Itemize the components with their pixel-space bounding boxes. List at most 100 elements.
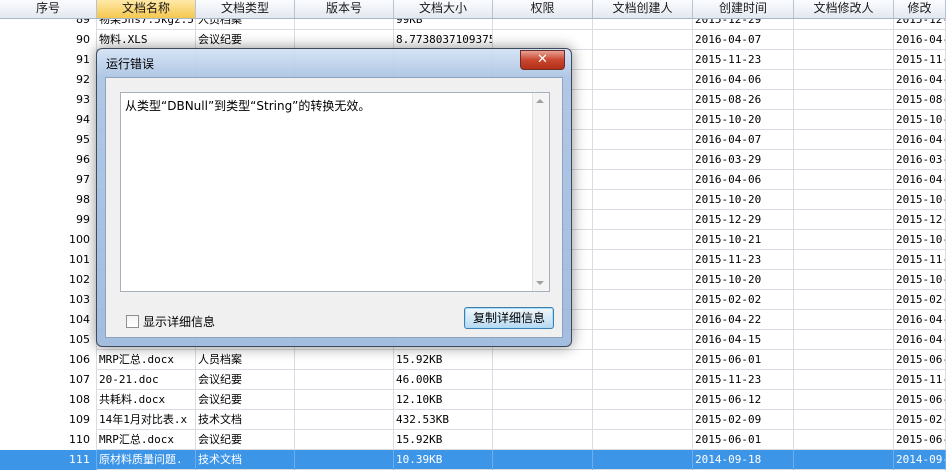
cell-created[interactable]: 2014-09-18 — [693, 450, 794, 470]
table-row[interactable]: 109 14年1月对比表.x 技术文档 432.53KB 2015-02-09 2015-… — [0, 410, 946, 430]
cell-number[interactable]: 101 — [0, 250, 97, 270]
cell-version[interactable] — [295, 430, 394, 450]
cell-version[interactable] — [295, 350, 394, 370]
cell-created[interactable]: 2015-06-01 — [693, 350, 794, 370]
cell-modifier[interactable] — [794, 350, 894, 370]
cell-number[interactable]: 110 — [0, 430, 97, 450]
cell-creator[interactable] — [593, 150, 693, 170]
cell-number[interactable]: 93 — [0, 90, 97, 110]
cell-creator[interactable] — [593, 170, 693, 190]
cell-creator[interactable] — [593, 330, 693, 350]
header-col-creator[interactable]: 文档创建人 — [593, 0, 693, 18]
cell-creator[interactable] — [593, 310, 693, 330]
copy-details-button[interactable]: 复制详细信息 — [464, 307, 554, 329]
header-col-number[interactable]: 序号 — [0, 0, 97, 18]
cell-modifier[interactable] — [794, 390, 894, 410]
cell-type[interactable]: 人员档案 — [196, 350, 295, 370]
cell-creator[interactable] — [593, 70, 693, 90]
cell-creator[interactable] — [593, 110, 693, 130]
cell-modifier[interactable] — [794, 130, 894, 150]
cell-type[interactable]: 会议纪要 — [196, 30, 295, 50]
cell-name[interactable]: MRP汇总.docx — [97, 430, 196, 450]
cell-created[interactable]: 2015-08-26 — [693, 90, 794, 110]
cell-creator[interactable] — [593, 90, 693, 110]
cell-modifier[interactable] — [794, 310, 894, 330]
cell-created[interactable]: 2015-10-21 — [693, 230, 794, 250]
cell-created[interactable]: 2016-04-06 — [693, 170, 794, 190]
cell-modified[interactable]: 2015-11- — [894, 370, 946, 390]
cell-size[interactable]: 8.7738037109375 — [394, 30, 493, 50]
cell-size[interactable]: 432.53KB — [394, 410, 493, 430]
header-col-version[interactable]: 版本号 — [295, 0, 394, 18]
cell-number[interactable]: 92 — [0, 70, 97, 90]
cell-modified[interactable]: 2015-06- — [894, 390, 946, 410]
table-row[interactable]: 106 MRP汇总.docx 人员档案 15.92KB 2015-06-01 2015-0… — [0, 350, 946, 370]
cell-type[interactable]: 会议纪要 — [196, 370, 295, 390]
cell-modified[interactable]: 2015-11- — [894, 50, 946, 70]
cell-permission[interactable] — [493, 390, 593, 410]
show-details-checkbox[interactable]: 显示详细信息 — [126, 313, 215, 330]
cell-created[interactable]: 2015-10-20 — [693, 270, 794, 290]
cell-created[interactable]: 2015-02-02 — [693, 290, 794, 310]
header-col-created[interactable]: 创建时间 — [693, 0, 794, 18]
scroll-down-icon[interactable] — [536, 281, 544, 285]
cell-size[interactable]: 15.92KB — [394, 430, 493, 450]
cell-number[interactable]: 94 — [0, 110, 97, 130]
cell-size[interactable]: 15.92KB — [394, 350, 493, 370]
cell-number[interactable]: 108 — [0, 390, 97, 410]
cell-version[interactable] — [295, 370, 394, 390]
cell-size[interactable]: 46.00KB — [394, 370, 493, 390]
cell-modified[interactable]: 2015-10- — [894, 190, 946, 210]
cell-modified[interactable]: 2015-10- — [894, 230, 946, 250]
cell-created[interactable]: 2015-10-20 — [693, 110, 794, 130]
cell-type[interactable]: 技术文档 — [196, 450, 295, 470]
cell-modifier[interactable] — [794, 250, 894, 270]
cell-number[interactable]: 106 — [0, 350, 97, 370]
cell-modifier[interactable] — [794, 230, 894, 250]
header-col-size[interactable]: 文档大小 — [394, 0, 493, 18]
cell-number[interactable]: 105 — [0, 330, 97, 350]
cell-creator[interactable] — [593, 130, 693, 150]
cell-number[interactable]: 91 — [0, 50, 97, 70]
cell-modifier[interactable] — [794, 70, 894, 90]
cell-modified[interactable]: 2016-04- — [894, 170, 946, 190]
cell-permission[interactable] — [493, 410, 593, 430]
cell-modifier[interactable] — [794, 110, 894, 130]
cell-creator[interactable] — [593, 210, 693, 230]
cell-creator[interactable] — [593, 50, 693, 70]
cell-modifier[interactable] — [794, 30, 894, 50]
cell-modified[interactable]: 2016-04- — [894, 30, 946, 50]
cell-type[interactable]: 会议纪要 — [196, 390, 295, 410]
cell-creator[interactable] — [593, 290, 693, 310]
message-scrollbar[interactable] — [532, 93, 549, 291]
cell-modified[interactable]: 2014-09- — [894, 450, 946, 470]
cell-creator[interactable] — [593, 370, 693, 390]
cell-modifier[interactable] — [794, 430, 894, 450]
cell-modifier[interactable] — [794, 370, 894, 390]
cell-permission[interactable] — [493, 450, 593, 470]
table-row[interactable]: 111 原材料质量问题. 技术文档 10.39KB 2014-09-18 2014-09- — [0, 450, 946, 470]
cell-creator[interactable] — [593, 410, 693, 430]
table-row[interactable]: 107 20-21.doc 会议纪要 46.00KB 2015-11-23 2015-11… — [0, 370, 946, 390]
cell-version[interactable] — [295, 30, 394, 50]
cell-modified[interactable]: 2016-03- — [894, 150, 946, 170]
error-message-box[interactable]: 从类型“DBNull”到类型“String”的转换无效。 — [120, 92, 550, 292]
cell-number[interactable]: 107 — [0, 370, 97, 390]
cell-number[interactable]: 97 — [0, 170, 97, 190]
table-row[interactable]: 90 物料.XLS 会议纪要 8.7738037109375 2016-04-07 201… — [0, 30, 946, 50]
cell-creator[interactable] — [593, 250, 693, 270]
cell-permission[interactable] — [493, 430, 593, 450]
cell-created[interactable]: 2016-04-07 — [693, 30, 794, 50]
cell-number[interactable]: 102 — [0, 270, 97, 290]
cell-modifier[interactable] — [794, 150, 894, 170]
cell-created[interactable]: 2015-11-23 — [693, 50, 794, 70]
header-col-name[interactable]: 文档名称 — [97, 0, 196, 18]
cell-creator[interactable] — [593, 190, 693, 210]
cell-number[interactable]: 90 — [0, 30, 97, 50]
cell-size[interactable]: 10.39KB — [394, 450, 493, 470]
cell-created[interactable]: 2015-11-23 — [693, 250, 794, 270]
cell-number[interactable]: 99 — [0, 210, 97, 230]
cell-number[interactable]: 96 — [0, 150, 97, 170]
cell-name[interactable]: 20-21.doc — [97, 370, 196, 390]
cell-number[interactable]: 98 — [0, 190, 97, 210]
